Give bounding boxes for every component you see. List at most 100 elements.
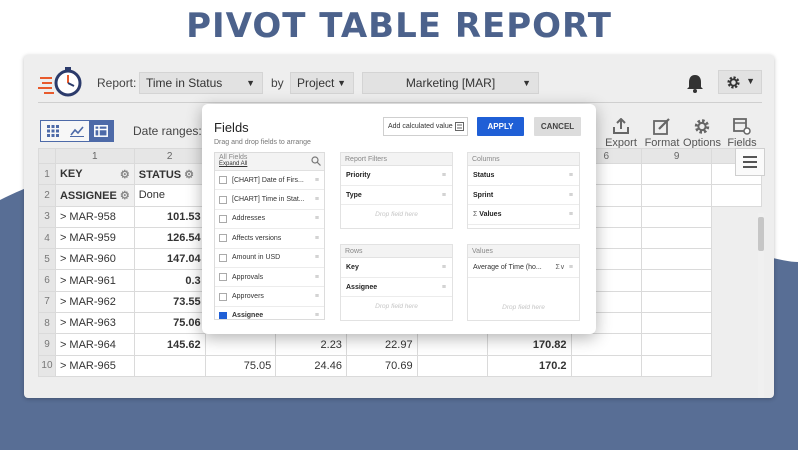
drag-handle-icon[interactable]: ≡ — [315, 215, 319, 222]
drag-handle-icon[interactable]: ≡ — [569, 258, 573, 277]
chevron-right-icon[interactable]: > — [60, 296, 69, 308]
grid-cell[interactable] — [570, 333, 642, 356]
chevron-right-icon[interactable]: > — [60, 232, 69, 244]
row-item-key[interactable]: Key ≡ — [341, 258, 452, 278]
grid-cell[interactable] — [640, 162, 713, 186]
field-item[interactable]: Approvals ≡ — [215, 268, 324, 288]
value-cell[interactable]: 73.55 — [133, 290, 206, 314]
field-item[interactable]: Approvers ≡ — [215, 287, 324, 307]
search-icon[interactable] — [311, 156, 321, 166]
format-button[interactable]: Format — [642, 118, 682, 149]
key-header[interactable]: KEY ⚙ — [54, 162, 135, 186]
value-cell[interactable]: 170.82 — [486, 333, 572, 356]
options-button[interactable]: Options — [682, 118, 722, 149]
status-done-cell[interactable]: Done — [133, 184, 206, 207]
value-cell[interactable]: 147.04 — [133, 248, 206, 271]
value-cell[interactable]: 75.05 — [204, 354, 277, 377]
column-number[interactable]: 2 — [133, 148, 206, 164]
chevron-right-icon[interactable]: > — [60, 339, 69, 351]
status-header[interactable]: STATUS ⚙ — [133, 162, 206, 186]
value-cell[interactable] — [133, 354, 206, 377]
report-filters-zone[interactable]: Report Filters Priority ≡ Type ≡ Drop fiel… — [340, 152, 453, 229]
drag-handle-icon[interactable]: ≡ — [315, 254, 319, 261]
report-select[interactable]: Time in Status ▼ — [139, 72, 263, 94]
menu-button[interactable] — [735, 148, 765, 176]
grid-view-icon[interactable] — [41, 121, 65, 141]
column-number[interactable]: 9 — [640, 148, 713, 164]
vertical-scrollbar[interactable] — [758, 213, 764, 398]
column-number[interactable]: 1 — [54, 148, 135, 164]
value-cell[interactable] — [204, 333, 277, 356]
grid-cell[interactable] — [640, 354, 713, 377]
field-checkbox[interactable] — [219, 292, 227, 301]
drag-handle-icon[interactable]: ≡ — [442, 258, 446, 277]
issue-key-cell[interactable]: > MAR-965 — [54, 354, 135, 377]
filter-item-type[interactable]: Type ≡ — [341, 186, 452, 205]
grid-cell[interactable] — [640, 312, 713, 335]
value-cell[interactable]: 2.23 — [275, 333, 347, 356]
field-item[interactable]: [CHART] Time in Stat... ≡ — [215, 190, 324, 210]
field-checkbox[interactable] — [219, 234, 227, 243]
values-zone[interactable]: Values Average of Time (ho... Σ∨ ≡ Drop fi… — [467, 244, 580, 321]
aggregation-dropdown-icon[interactable]: Σ∨ — [556, 258, 565, 277]
grid-cell[interactable] — [640, 333, 713, 356]
drag-handle-icon[interactable]: ≡ — [442, 186, 446, 205]
field-item[interactable]: [CHART] Date of Firs... ≡ — [215, 171, 324, 191]
value-cell[interactable]: 24.46 — [275, 354, 347, 377]
field-checkbox[interactable] — [219, 273, 227, 282]
value-item-average-time[interactable]: Average of Time (ho... Σ∨ ≡ — [468, 258, 579, 278]
apply-button[interactable]: APPLY — [477, 117, 524, 136]
column-item-values[interactable]: Σ Values ≡ — [468, 205, 579, 225]
value-cell[interactable]: 101.53 — [133, 205, 206, 228]
grid-cell[interactable] — [711, 184, 762, 207]
drag-handle-icon[interactable]: ≡ — [315, 293, 319, 300]
grid-cell[interactable] — [640, 269, 713, 292]
field-item[interactable]: Amount in USD ≡ — [215, 249, 324, 268]
issue-key-cell[interactable]: > MAR-964 — [54, 333, 135, 356]
value-cell[interactable]: 0.3 — [133, 269, 206, 292]
value-cell[interactable]: 75.06 — [133, 312, 206, 335]
issue-key-cell[interactable]: > MAR-959 — [54, 226, 135, 250]
field-item[interactable]: Affects versions ≡ — [215, 229, 324, 249]
drag-handle-icon[interactable]: ≡ — [569, 186, 573, 205]
chevron-right-icon[interactable]: > — [60, 317, 69, 329]
grid-cell[interactable] — [570, 354, 642, 377]
group-select[interactable]: Project ▼ — [290, 72, 354, 94]
chevron-right-icon[interactable]: > — [60, 275, 69, 287]
grid-cell[interactable] — [640, 290, 713, 314]
field-checkbox[interactable] — [219, 195, 227, 204]
expand-all-link[interactable]: Expand All — [219, 161, 320, 167]
fields-button[interactable]: Fields — [722, 118, 762, 149]
field-checkbox[interactable] — [219, 214, 227, 223]
grid-cell[interactable] — [640, 205, 713, 228]
drag-handle-icon[interactable]: ≡ — [569, 166, 573, 185]
columns-zone[interactable]: Columns Status ≡ Sprint ≡ Σ Values ≡ — [467, 152, 580, 229]
drag-handle-icon[interactable]: ≡ — [315, 177, 319, 184]
column-item-sprint[interactable]: Sprint ≡ — [468, 186, 579, 205]
issue-key-cell[interactable]: > MAR-963 — [54, 312, 135, 335]
drag-handle-icon[interactable]: ≡ — [315, 274, 319, 281]
value-cell[interactable]: 70.69 — [345, 354, 418, 377]
field-item[interactable]: Addresses ≡ — [215, 210, 324, 230]
grid-cell[interactable] — [640, 184, 713, 207]
drag-handle-icon[interactable]: ≡ — [315, 312, 319, 319]
issue-key-cell[interactable]: > MAR-961 — [54, 269, 135, 292]
filter-item-priority[interactable]: Priority ≡ — [341, 166, 452, 186]
export-button[interactable]: Export — [601, 118, 641, 149]
value-cell[interactable] — [416, 354, 488, 377]
drag-handle-icon[interactable]: ≡ — [569, 205, 573, 224]
field-checkbox[interactable] — [219, 311, 227, 319]
gear-icon[interactable]: ⚙ — [120, 190, 130, 202]
drag-handle-icon[interactable]: ≡ — [315, 235, 319, 242]
value-cell[interactable]: 22.97 — [345, 333, 418, 356]
value-cell[interactable]: 126.54 — [133, 226, 206, 250]
gear-icon[interactable]: ⚙ — [120, 168, 130, 181]
drag-handle-icon[interactable]: ≡ — [442, 166, 446, 185]
chevron-right-icon[interactable]: > — [60, 211, 69, 223]
scrollbar-thumb[interactable] — [758, 217, 764, 251]
issue-key-cell[interactable]: > MAR-962 — [54, 290, 135, 314]
grid-cell[interactable] — [640, 226, 713, 250]
value-cell[interactable] — [416, 333, 488, 356]
issue-key-cell[interactable]: > MAR-958 — [54, 205, 135, 228]
project-select[interactable]: Marketing [MAR] ▼ — [362, 72, 539, 94]
